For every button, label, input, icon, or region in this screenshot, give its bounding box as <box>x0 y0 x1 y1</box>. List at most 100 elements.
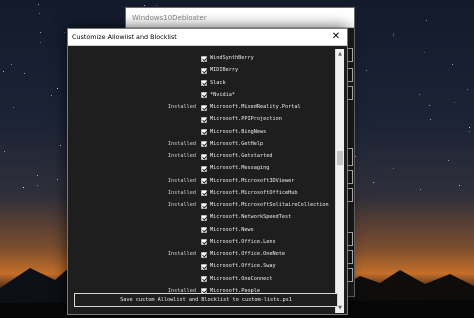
installed-status: Installed <box>167 202 196 208</box>
app-name-label: Microsoft.MicrosoftSolitaireCollection <box>210 202 329 208</box>
installed-status: Installed <box>167 153 196 159</box>
app-name-label: Microsoft.Office.Lens <box>210 238 276 245</box>
item-checkbox[interactable] <box>201 239 207 246</box>
save-lists-button[interactable]: Save custom Allowlist and Blocklist to c… <box>74 293 338 307</box>
app-name-label: Microsoft.BingNews <box>210 128 267 135</box>
item-checkbox[interactable] <box>201 178 207 184</box>
list-item[interactable]: Slack <box>71 78 335 90</box>
list-item[interactable]: WindSynthBerry <box>71 53 335 65</box>
debloater-title: Windows10Debloater <box>126 8 354 28</box>
star <box>37 175 38 176</box>
item-checkbox[interactable] <box>201 104 207 111</box>
star <box>38 4 39 5</box>
item-checkbox[interactable] <box>201 190 207 197</box>
app-name-label: Microsoft.PPIProjection <box>210 116 282 123</box>
app-name-label: Microsoft.Messaging <box>210 165 270 172</box>
list-item[interactable]: Microsoft.News <box>71 225 335 237</box>
star <box>393 33 394 34</box>
item-checkbox[interactable] <box>201 80 207 86</box>
item-checkbox[interactable] <box>201 116 207 123</box>
installed-status: Installed <box>167 189 196 196</box>
list-item[interactable]: Microsoft.Office.Sway <box>71 261 335 273</box>
item-checkbox[interactable] <box>201 129 207 135</box>
star <box>23 187 24 188</box>
list-item[interactable]: Microsoft.OneConnect <box>71 274 335 286</box>
item-checkbox[interactable] <box>201 214 207 221</box>
item-checkbox[interactable] <box>201 276 207 282</box>
list-item[interactable]: Installed Microsoft.MicrosoftSolitaireCol… <box>71 200 335 212</box>
app-name-label: Microsoft.OneConnect <box>210 275 273 282</box>
item-checkbox[interactable] <box>201 55 207 62</box>
list-item[interactable]: Installed Microsoft.GetHelp <box>71 139 335 151</box>
star <box>430 119 431 120</box>
app-name-label: MIDIBerry <box>210 67 239 74</box>
app-name-label: Microsoft.MixedReality.Portal <box>210 104 301 110</box>
item-checkbox[interactable] <box>201 227 207 233</box>
app-name-label: Slack <box>210 79 226 86</box>
star <box>467 89 468 90</box>
star <box>57 179 58 180</box>
close-icon[interactable]: ✕ <box>330 30 342 44</box>
list-item[interactable]: Installed Microsoft.MixedReality.Portal <box>71 102 335 114</box>
list-item[interactable]: Microsoft.Messaging <box>71 163 335 175</box>
list-item[interactable]: Installed Microsoft.Office.OneNote <box>71 249 335 261</box>
item-checkbox[interactable] <box>201 165 207 172</box>
list-item[interactable]: *Nvidia* <box>71 90 335 102</box>
dialog-title: Customize Allowlist and Blocklist <box>72 33 177 41</box>
star <box>40 42 41 43</box>
star <box>144 5 145 6</box>
app-name-label: Microsoft.Office.OneNote <box>210 251 285 257</box>
star <box>448 160 449 161</box>
item-checkbox[interactable] <box>201 153 207 160</box>
star <box>393 35 394 36</box>
scroll-thumb[interactable] <box>337 151 343 165</box>
star <box>355 156 356 157</box>
dialog-titlebar: Customize Allowlist and Blocklist ✕ <box>68 29 347 46</box>
app-name-label: Microsoft.GetHelp <box>210 140 264 147</box>
star <box>64 32 65 33</box>
star <box>51 95 52 96</box>
list-item[interactable]: Installed Microsoft.Getstarted <box>71 151 335 163</box>
item-checkbox[interactable] <box>201 263 207 270</box>
list-item[interactable]: Microsoft.NetworkSpeedTest <box>71 212 335 224</box>
star <box>469 131 470 132</box>
star <box>11 64 12 65</box>
list-item[interactable]: Installed Microsoft.Microsoft3DViewer <box>71 176 335 188</box>
installed-status: Installed <box>167 104 196 110</box>
list-item[interactable]: Installed Microsoft.MicrosoftOfficeHub <box>71 188 335 200</box>
list-item[interactable]: Microsoft.BingNews <box>71 127 335 139</box>
star <box>4 151 5 152</box>
star <box>60 145 61 146</box>
star <box>39 13 40 14</box>
scroll-up-icon[interactable]: ▲ <box>336 50 344 58</box>
installed-status: Installed <box>167 251 196 257</box>
star <box>454 102 455 103</box>
vertical-scrollbar[interactable]: ▲ ▼ <box>335 49 344 313</box>
star <box>156 5 157 6</box>
item-checkbox[interactable] <box>201 92 207 99</box>
star <box>393 168 394 169</box>
star <box>419 94 420 95</box>
star <box>366 70 367 71</box>
app-name-label: Microsoft.News <box>210 226 254 233</box>
star <box>424 52 425 53</box>
customize-lists-dialog: Customize Allowlist and Blocklist ✕ Wind… <box>67 28 348 315</box>
item-checkbox[interactable] <box>201 202 207 209</box>
item-checkbox[interactable] <box>201 141 207 148</box>
star <box>57 88 58 89</box>
star <box>459 185 460 186</box>
app-name-label: Microsoft.NetworkSpeedTest <box>210 214 292 221</box>
list-item[interactable]: MIDIBerry <box>71 65 335 77</box>
item-checkbox[interactable] <box>201 67 207 74</box>
star <box>420 189 421 190</box>
star <box>373 182 374 183</box>
app-name-label: WindSynthBerry <box>210 55 254 61</box>
item-checkbox[interactable] <box>201 251 207 258</box>
star <box>426 20 427 21</box>
app-name-label: Microsoft.Microsoft3DViewer <box>210 177 295 184</box>
star <box>37 185 38 186</box>
star <box>429 105 430 106</box>
list-item[interactable]: Microsoft.PPIProjection <box>71 114 335 126</box>
list-item[interactable]: Microsoft.Office.Lens <box>71 237 335 249</box>
app-checklist: WindSynthBerry MIDIBerry Slack *Nvidia* Inst… <box>71 49 335 313</box>
